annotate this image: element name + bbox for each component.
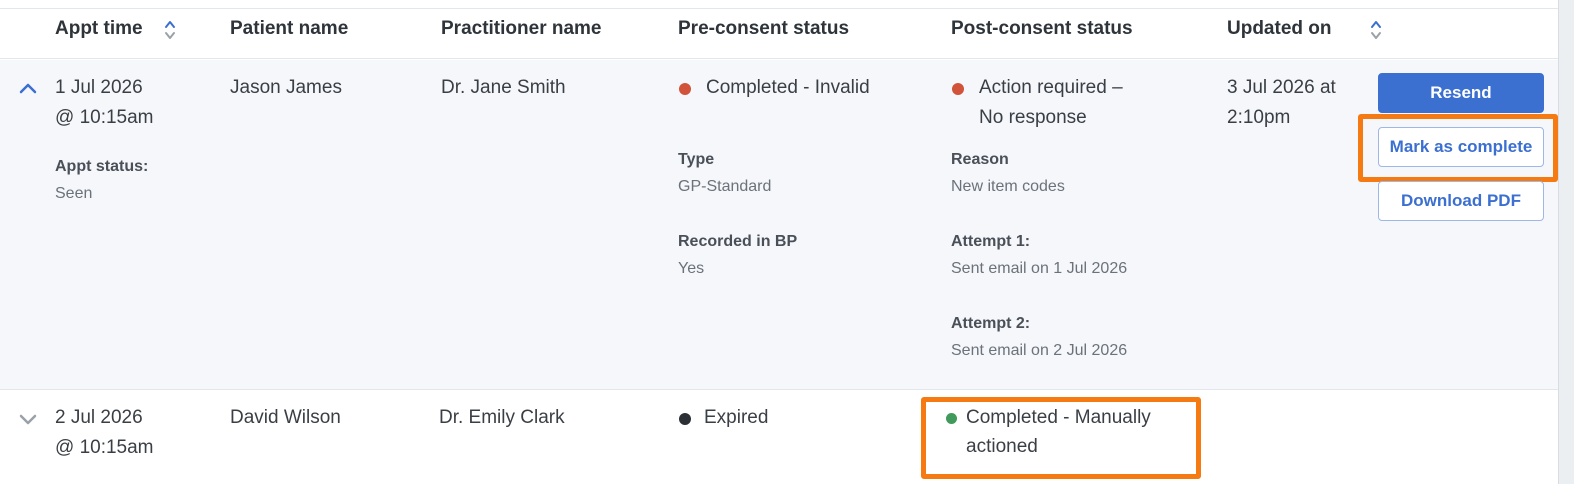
appt-status-value: Seen [55,185,93,202]
column-header-practitioner-name: Practitioner name [441,18,602,39]
patient-name: David Wilson [230,407,341,428]
scrollbar-track[interactable] [1558,0,1574,484]
practitioner-name: Dr. Jane Smith [441,77,566,98]
reason-value: New item codes [951,178,1065,195]
appt-time: @ 10:15am [55,437,154,458]
updated-on-line1: 3 Jul 2026 at [1227,77,1336,98]
status-dot-icon [679,413,691,425]
practitioner-name: Dr. Emily Clark [439,407,565,428]
attempt2-label: Attempt 2: [951,315,1031,332]
post-consent-status-line1: Completed - Manually [966,407,1151,428]
attempt1-label: Attempt 1: [951,233,1031,250]
post-consent-status-line2: actioned [966,436,1038,457]
sort-icon[interactable] [164,19,176,41]
pre-consent-status: Expired [704,407,769,428]
attempt1-value: Sent email on 1 Jul 2026 [951,260,1128,277]
recorded-label: Recorded in BP [678,233,798,250]
status-dot-icon [679,83,691,95]
attempt2-value: Sent email on 2 Jul 2026 [951,342,1128,359]
download-pdf-button[interactable]: Download PDF [1378,181,1544,221]
post-consent-status-line2: No response [979,107,1087,128]
type-value: GP-Standard [678,178,772,195]
column-header-appt-time[interactable]: Appt time [55,18,143,40]
appt-status-label: Appt status: [55,158,149,175]
consent-table: Appt time Patient name Practitioner name… [0,8,1558,484]
chevron-down-icon[interactable] [19,413,37,425]
appt-time: @ 10:15am [55,107,154,128]
column-header-post-consent-status: Post-consent status [951,18,1133,39]
sort-icon[interactable] [1370,19,1382,41]
status-dot-icon [952,83,964,95]
recorded-value: Yes [678,260,705,277]
column-header-patient-name: Patient name [230,18,349,39]
post-consent-status-line1: Action required – [979,77,1123,98]
column-header-updated-on[interactable]: Updated on [1227,18,1332,40]
type-label: Type [678,151,715,168]
patient-name: Jason James [230,77,342,98]
column-header-pre-consent-status: Pre-consent status [678,18,850,39]
table-header: Appt time Patient name Practitioner name… [0,9,1558,59]
resend-button[interactable]: Resend [1378,73,1544,113]
chevron-up-icon[interactable] [19,82,37,94]
table-row-collapsed: 2 Jul 2026 @ 10:15am David Wilson Dr. Em… [0,391,1558,484]
highlight-box [1358,114,1558,182]
updated-on-line2: 2:10pm [1227,107,1291,128]
pre-consent-status: Completed - Invalid [706,77,870,98]
table-row-expanded: 1 Jul 2026 @ 10:15am Appt status: Seen J… [0,60,1558,390]
reason-label: Reason [951,151,1009,168]
appt-date: 2 Jul 2026 [55,407,143,428]
appt-date: 1 Jul 2026 [55,77,143,98]
status-dot-icon [946,413,957,424]
